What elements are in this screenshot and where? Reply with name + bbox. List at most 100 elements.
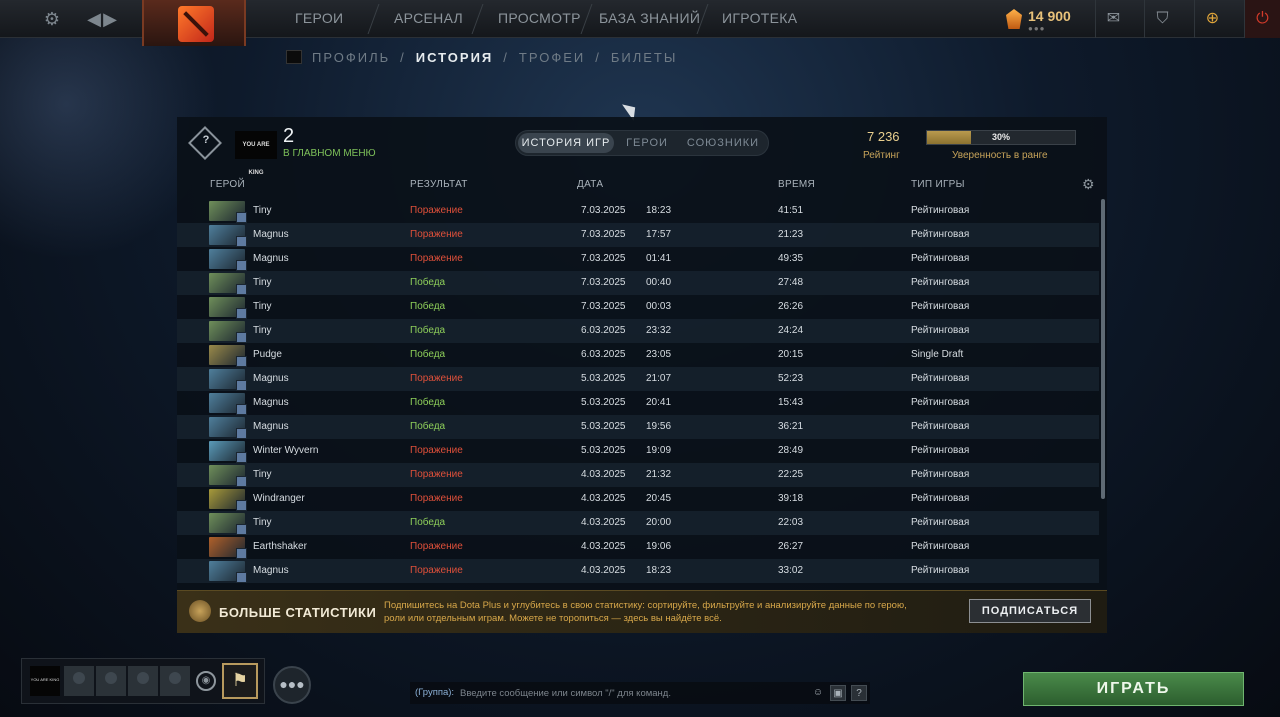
nav-watch[interactable]: ПРОСМОТР (498, 0, 581, 38)
match-result: Победа (410, 325, 446, 336)
hero-name: Earthshaker (253, 541, 307, 552)
hero-portrait-icon (209, 345, 247, 367)
match-time: 19:56 (646, 421, 672, 432)
panel-header: ? YOU ARE KING 2 В ГЛАВНОМ МЕНЮ ИСТОРИЯ … (177, 117, 1107, 176)
party-slot-self[interactable]: YOU ARE KING (30, 666, 60, 696)
table-row[interactable]: Tiny Победа 7.03.2025 00:40 27:48 Рейтинговая (177, 271, 1099, 295)
dota-logo[interactable] (142, 0, 246, 46)
tab-heroes[interactable]: ГЕРОИ (616, 133, 678, 153)
column-header-hero[interactable]: ГЕРОЙ (210, 179, 245, 190)
match-date: 7.03.2025 (581, 229, 626, 240)
mail-icon[interactable]: ✉ (1095, 0, 1131, 38)
battle-pass-flag-icon[interactable]: ⚑ (222, 663, 258, 699)
nav-separator (471, 4, 484, 34)
voice-chat-icon[interactable]: ◉ (196, 671, 216, 691)
party-slot-empty[interactable] (160, 666, 190, 696)
table-row[interactable]: Tiny Победа 6.03.2025 23:32 24:24 Рейтинговая (177, 319, 1099, 343)
shards-dots: ●●● (1028, 24, 1046, 33)
match-result: Поражение (410, 541, 463, 552)
match-duration: 22:03 (778, 517, 804, 528)
match-game-type: Рейтинговая (911, 277, 970, 288)
party-slot-empty[interactable] (64, 666, 94, 696)
top-bar: ⚙ ◀ ▶ ГЕРОИ АРСЕНАЛ ПРОСМОТР БАЗА ЗНАНИЙ… (0, 0, 1280, 46)
tab-match-history[interactable]: ИСТОРИЯ ИГР (518, 133, 614, 153)
column-header-duration[interactable]: ВРЕМЯ (778, 179, 815, 190)
table-row[interactable]: Tiny Поражение 7.03.2025 18:23 41:51 Рейтинго… (177, 199, 1099, 223)
table-row[interactable]: Magnus Поражение 7.03.2025 01:41 49:35 Рейтин… (177, 247, 1099, 271)
match-game-type: Рейтинговая (911, 493, 970, 504)
rank-confidence-label: Уверенность в ранге (952, 150, 1048, 161)
table-row[interactable]: Magnus Поражение 7.03.2025 17:57 21:23 Рейтин… (177, 223, 1099, 247)
match-result: Поражение (410, 445, 463, 456)
match-game-type: Рейтинговая (911, 421, 970, 432)
match-list-scrollbar[interactable] (1101, 199, 1105, 499)
table-row[interactable]: Tiny Победа 4.03.2025 20:00 22:03 Рейтинговая (177, 511, 1099, 535)
match-duration: 39:18 (778, 493, 804, 504)
column-header-result[interactable]: РЕЗУЛЬТАТ (410, 179, 468, 190)
chat-help-icon[interactable]: ? (851, 685, 867, 701)
chat-channel-prefix: (Группа): (415, 687, 455, 698)
dota-plus-icon[interactable]: ⊕ (1194, 0, 1230, 38)
nav-arcade[interactable]: ИГРОТЕКА (722, 0, 797, 38)
table-row[interactable]: Earthshaker Поражение 4.03.2025 19:06 26:27 Р… (177, 535, 1099, 559)
subnav-history[interactable]: ИСТОРИЯ (416, 50, 494, 65)
chat-image-icon[interactable]: ▣ (830, 685, 846, 701)
hero-portrait-icon (209, 489, 247, 511)
hero-portrait-icon (209, 393, 247, 415)
table-row[interactable]: Winter Wyvern Поражение 5.03.2025 19:09 28:4… (177, 439, 1099, 463)
match-result: Поражение (410, 253, 463, 264)
nav-heroes[interactable]: ГЕРОИ (295, 0, 343, 38)
rank-confidence-value: 30% (991, 132, 1010, 142)
match-game-type: Рейтинговая (911, 373, 970, 384)
rating-label: Рейтинг (863, 150, 900, 161)
play-button[interactable]: ИГРАТЬ (1023, 672, 1244, 706)
match-duration: 36:21 (778, 421, 804, 432)
match-date: 4.03.2025 (581, 541, 626, 552)
match-game-type: Рейтинговая (911, 517, 970, 528)
history-segmented-control: ИСТОРИЯ ИГР ГЕРОИ СОЮЗНИКИ (515, 130, 769, 156)
armory-icon[interactable]: ⛉ (1144, 0, 1180, 38)
match-time: 00:03 (646, 301, 672, 312)
column-header-date[interactable]: ДАТА (577, 179, 603, 190)
shard-icon (1006, 9, 1022, 29)
shards-value: 14 900 (1028, 8, 1071, 24)
table-row[interactable]: Magnus Победа 5.03.2025 19:56 36:21 Рейтингов… (177, 415, 1099, 439)
table-settings-gear-icon[interactable]: ⚙ (1082, 176, 1095, 193)
table-row[interactable]: Magnus Поражение 5.03.2025 21:07 52:23 Рейтин… (177, 367, 1099, 391)
table-row[interactable]: Windranger Поражение 4.03.2025 20:45 39:18 Ре… (177, 487, 1099, 511)
subnav-tickets[interactable]: БИЛЕТЫ (611, 50, 678, 65)
chat-input[interactable] (460, 684, 805, 702)
rating-value: 7 236 (867, 129, 900, 144)
match-list: Tiny Поражение 7.03.2025 18:23 41:51 Рейтинго… (177, 199, 1099, 587)
subnav-profile[interactable]: ПРОФИЛЬ (312, 50, 390, 65)
nav-learn[interactable]: БАЗА ЗНАНИЙ (599, 0, 700, 38)
table-row[interactable]: Tiny Победа 7.03.2025 00:03 26:26 Рейтинговая (177, 295, 1099, 319)
table-row[interactable]: Pudge Победа 6.03.2025 23:05 20:15 Single Dra… (177, 343, 1099, 367)
column-header-game-type[interactable]: ТИП ИГРЫ (911, 179, 965, 190)
friends-icon[interactable]: ●●● (273, 666, 311, 704)
settings-gear-icon[interactable]: ⚙ (40, 7, 64, 31)
emoji-icon[interactable]: ☺ (810, 685, 826, 701)
profile-subnav: ПРОФИЛЬ / ИСТОРИЯ / ТРОФЕИ / БИЛЕТЫ (286, 46, 677, 68)
match-date: 4.03.2025 (581, 517, 626, 528)
rank-confidence-bar: 30% (926, 130, 1076, 145)
party-slot-empty[interactable] (128, 666, 158, 696)
table-row[interactable]: Magnus Поражение 4.03.2025 18:23 33:02 Рейтин… (177, 559, 1099, 583)
subscribe-button[interactable]: ПОДПИСАТЬСЯ (969, 599, 1091, 623)
match-result: Победа (410, 349, 446, 360)
match-game-type: Рейтинговая (911, 541, 970, 552)
party-slot-empty[interactable] (96, 666, 126, 696)
table-row[interactable]: Tiny Поражение 4.03.2025 21:32 22:25 Рейтинго… (177, 463, 1099, 487)
hero-portrait-icon (209, 369, 247, 391)
avatar (286, 50, 302, 64)
hero-name: Magnus (253, 565, 289, 576)
match-game-type: Рейтинговая (911, 445, 970, 456)
table-row[interactable]: Magnus Победа 5.03.2025 20:41 15:43 Рейтингов… (177, 391, 1099, 415)
nav-arsenal[interactable]: АРСЕНАЛ (394, 0, 463, 38)
match-game-type: Single Draft (911, 349, 964, 360)
forward-arrow-icon[interactable]: ▶ (98, 7, 122, 31)
tab-allies[interactable]: СОЮЗНИКИ (680, 133, 766, 153)
power-icon[interactable]: ⏻ (1244, 0, 1280, 38)
match-result: Победа (410, 301, 446, 312)
subnav-trophies[interactable]: ТРОФЕИ (519, 50, 585, 65)
